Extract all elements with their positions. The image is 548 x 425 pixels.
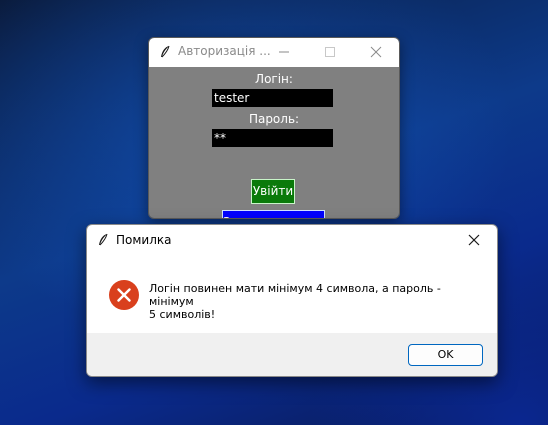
error-dialog-title: Помилка (116, 233, 172, 247)
error-dialog: Помилка Логін повинен мати мінімум 4 сим… (86, 224, 498, 377)
maximize-icon (325, 47, 335, 57)
minimize-button[interactable] (261, 38, 307, 67)
close-icon (370, 46, 382, 58)
login-label: Логін: (255, 72, 293, 86)
password-label: Пароль: (248, 112, 300, 126)
minimize-icon (279, 51, 289, 53)
error-dialog-footer: OK (87, 333, 497, 376)
error-message-line-2: 5 символів! (149, 308, 216, 321)
error-close-button[interactable] (451, 225, 497, 256)
close-icon (468, 234, 480, 246)
register-button[interactable]: Зареєструватися (222, 210, 331, 218)
maximize-button[interactable] (307, 38, 353, 67)
error-icon (109, 280, 139, 310)
error-message: Логін повинен мати мінімум 4 символа, а … (149, 282, 479, 321)
login-form: Логін: tester Пароль: ** Увійти Зареєстр… (149, 67, 399, 218)
feather-app-icon (161, 45, 170, 58)
login-titlebar[interactable]: Авторизація ... (149, 38, 399, 67)
login-input[interactable]: tester (212, 89, 333, 107)
ok-button[interactable]: OK (408, 344, 483, 366)
error-message-line-1: Логін повинен мати мінімум 4 символа, а … (149, 282, 441, 308)
login-window: Авторизація ... Логін: tester Пароль: **… (148, 37, 400, 219)
close-button[interactable] (353, 38, 399, 67)
login-window-title: Авторизація ... (178, 44, 271, 58)
error-dialog-titlebar[interactable]: Помилка (87, 225, 497, 256)
feather-app-icon (99, 233, 108, 246)
password-input[interactable]: ** (212, 129, 333, 147)
login-button[interactable]: Увійти (251, 179, 295, 204)
